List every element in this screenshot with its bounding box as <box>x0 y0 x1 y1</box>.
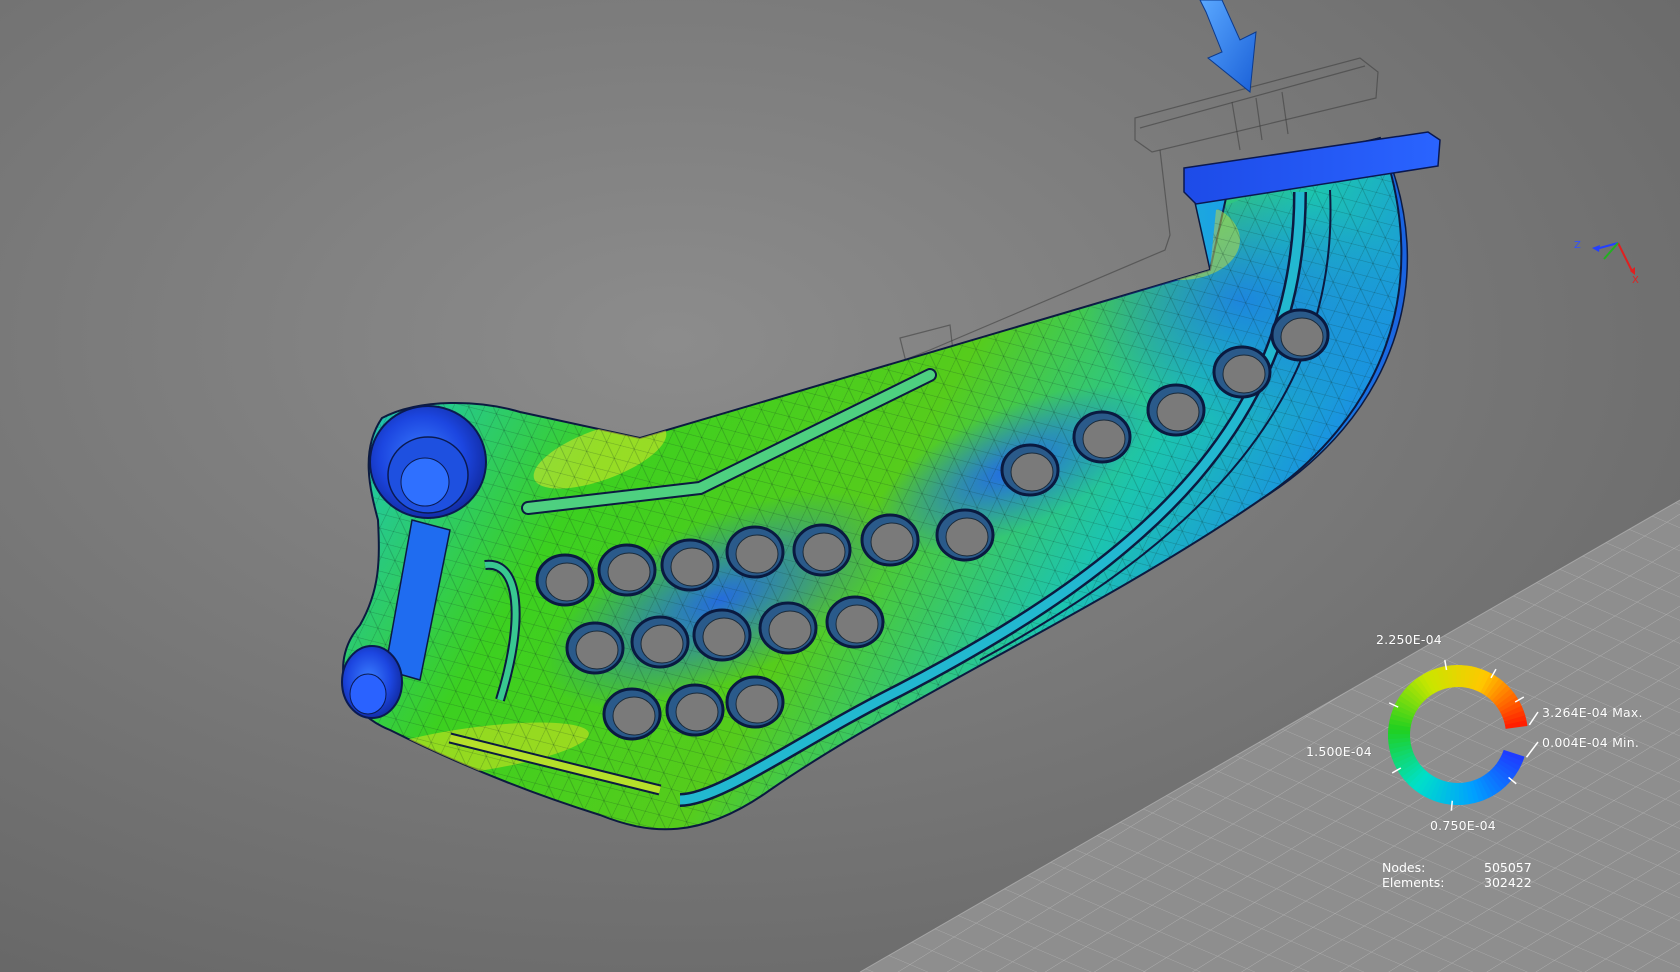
hole <box>575 630 619 670</box>
nodes-value: 505057 <box>1484 860 1532 875</box>
legend-tick-bottom: 0.750E-04 <box>1430 818 1496 833</box>
hole <box>545 562 589 602</box>
legend-tick-left: 1.500E-04 <box>1306 744 1372 759</box>
viewport-scene <box>0 0 1680 972</box>
hole <box>802 532 846 572</box>
hole <box>1156 392 1200 432</box>
legend-tick-top: 2.250E-04 <box>1376 632 1442 647</box>
hole <box>1082 419 1126 459</box>
hole <box>835 604 879 644</box>
hole <box>1222 354 1266 394</box>
nodes-label: Nodes: <box>1382 860 1426 875</box>
mesh-stats: Nodes: 505057 Elements: 302422 <box>1382 860 1532 890</box>
hole <box>735 684 779 724</box>
hole <box>670 547 714 587</box>
axis-z-label: Z <box>1574 240 1581 251</box>
hole <box>1280 317 1324 357</box>
legend-max-label: 3.264E-04 Max. <box>1542 705 1643 720</box>
elements-row: Elements: 302422 <box>1382 875 1532 890</box>
legend-min-label: 0.004E-04 Min. <box>1542 735 1640 750</box>
hole <box>870 522 914 562</box>
hole <box>768 610 812 650</box>
hole <box>702 617 746 657</box>
hole <box>640 624 684 664</box>
hole <box>675 692 719 732</box>
nodes-row: Nodes: 505057 <box>1382 860 1532 875</box>
hole <box>735 534 779 574</box>
elements-label: Elements: <box>1382 875 1445 890</box>
legend-tick-mark <box>1450 800 1453 811</box>
hole <box>612 696 656 736</box>
elements-value: 302422 <box>1484 875 1532 890</box>
3d-viewport[interactable]: 2.250E-04 1.500E-04 0.750E-04 3.264E-04 … <box>0 0 1680 972</box>
hole <box>1010 452 1054 492</box>
axis-x-label: X <box>1632 275 1639 286</box>
hole <box>945 517 989 557</box>
hole <box>607 552 651 592</box>
